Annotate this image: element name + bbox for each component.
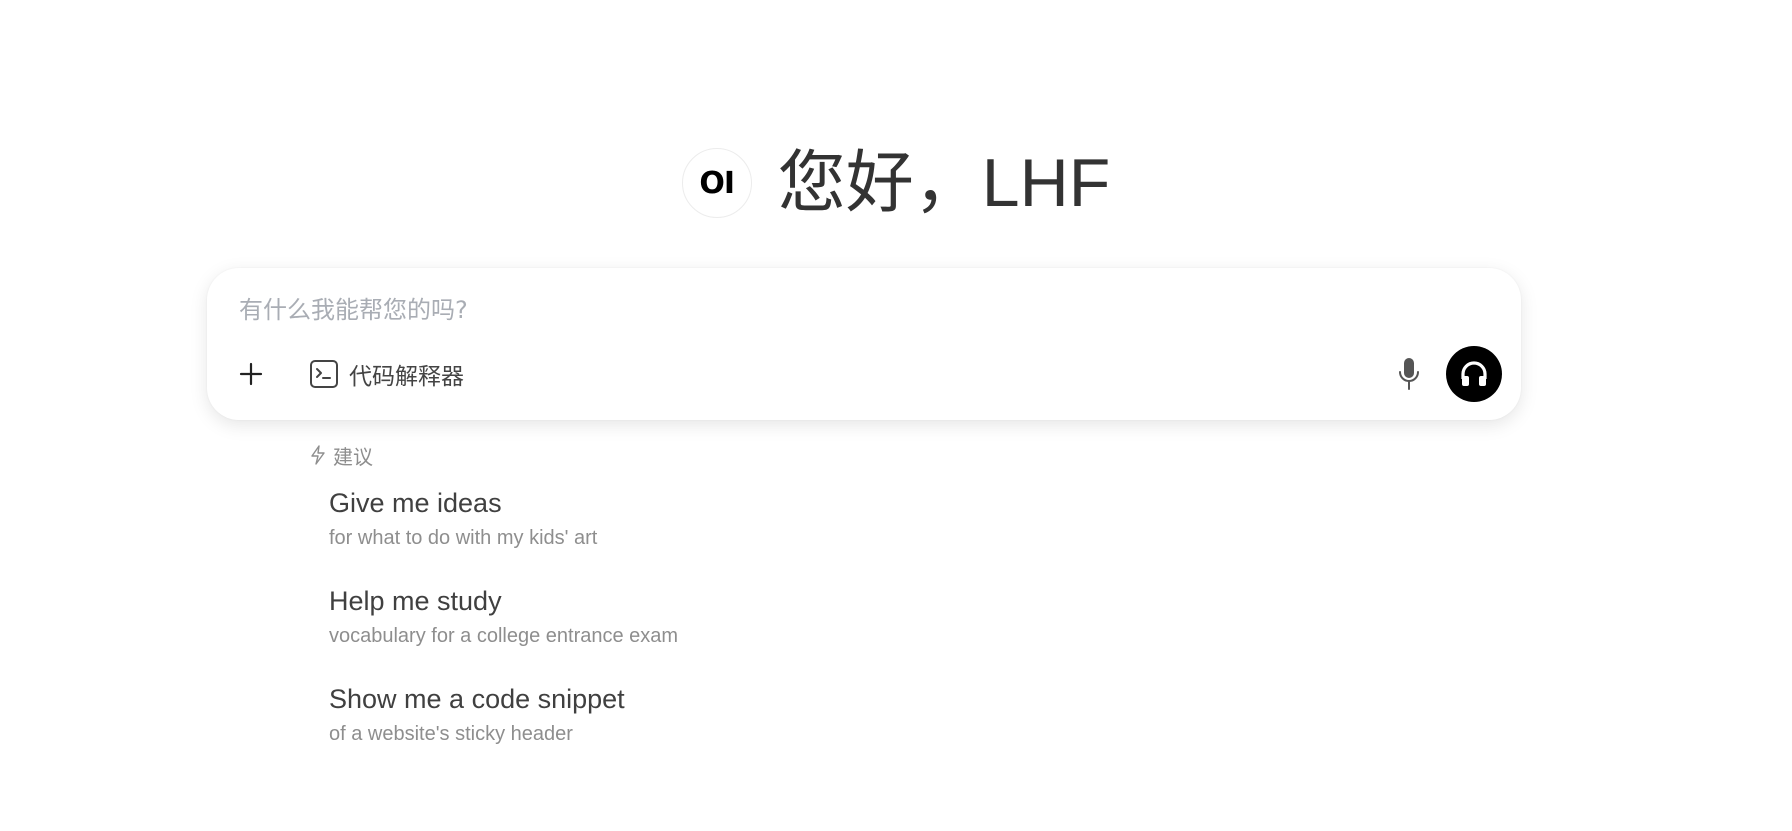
- greeting-title: 您好，LHF: [777, 145, 1111, 221]
- suggestion-title: Give me ideas: [329, 488, 502, 518]
- voice-mode-button[interactable]: [1446, 346, 1502, 402]
- voice-input-button[interactable]: [1389, 354, 1429, 394]
- suggestions-header: 建议: [309, 442, 678, 469]
- terminal-icon: [310, 360, 338, 388]
- code-interpreter-button[interactable]: 代码解释器: [309, 354, 464, 394]
- suggestions-title: 建议: [333, 444, 373, 469]
- bolt-icon: [311, 445, 325, 465]
- suggestions-section: 建议 Give me ideas for what to do with my …: [309, 442, 678, 780]
- suggestion-item[interactable]: Give me ideas for what to do with my kid…: [329, 486, 678, 584]
- plus-icon: [239, 362, 263, 386]
- logo-text: OI: [699, 165, 735, 201]
- page: OI 您好，LHF 代码解释器: [0, 0, 1792, 831]
- suggestion-subtitle: vocabulary for a college entrance exam: [329, 625, 679, 647]
- suggestion-title: Help me study: [329, 586, 502, 616]
- suggestion-item[interactable]: Show me a code snippet of a website's st…: [329, 682, 678, 780]
- suggestion-subtitle: of a website's sticky header: [329, 723, 573, 745]
- chat-input-card: 代码解释器: [207, 268, 1521, 420]
- headphones-icon: [1461, 361, 1487, 386]
- microphone-icon: [1399, 358, 1419, 390]
- code-interpreter-label: 代码解释器: [349, 364, 464, 390]
- add-attachment-button[interactable]: [231, 354, 271, 394]
- suggestion-list: Give me ideas for what to do with my kid…: [309, 486, 678, 780]
- greeting-header: OI 您好，LHF: [0, 148, 1792, 218]
- suggestion-item[interactable]: Help me study vocabulary for a college e…: [329, 584, 678, 682]
- suggestion-subtitle: for what to do with my kids' art: [329, 527, 598, 549]
- app-logo: OI: [681, 148, 752, 218]
- chat-input[interactable]: [239, 290, 1419, 330]
- suggestion-title: Show me a code snippet: [329, 684, 625, 714]
- chat-controls: 代码解释器: [207, 346, 1521, 402]
